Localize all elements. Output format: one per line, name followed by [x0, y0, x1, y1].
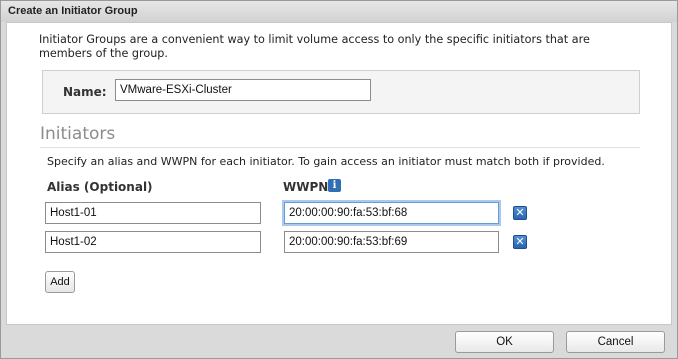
- remove-icon[interactable]: ✕: [513, 206, 527, 220]
- cancel-button[interactable]: Cancel: [566, 331, 665, 353]
- create-initiator-group-dialog: Create an Initiator Group Initiator Grou…: [0, 0, 678, 359]
- remove-icon[interactable]: ✕: [513, 235, 527, 249]
- alias-column-header: Alias (Optional): [47, 180, 153, 194]
- wwpn-column-header: WWPN: [283, 180, 329, 194]
- section-divider: [40, 147, 640, 148]
- name-label: Name:: [63, 85, 107, 99]
- alias-input[interactable]: Host1-02: [45, 231, 261, 253]
- alias-input[interactable]: Host1-01: [45, 202, 261, 224]
- dialog-content: Initiator Groups are a convenient way to…: [6, 22, 672, 325]
- info-icon[interactable]: i: [328, 179, 341, 192]
- initiators-instructions: Specify an alias and WWPN for each initi…: [47, 155, 605, 168]
- initiators-section-title: Initiators: [40, 124, 116, 144]
- name-section: Name: VMware-ESXi-Cluster: [42, 70, 640, 114]
- intro-text: Initiator Groups are a convenient way to…: [39, 33, 590, 60]
- ok-button[interactable]: OK: [455, 331, 554, 353]
- name-input[interactable]: VMware-ESXi-Cluster: [115, 79, 371, 101]
- wwpn-input[interactable]: 20:00:00:90:fa:53:bf:69: [284, 231, 499, 253]
- wwpn-input[interactable]: 20:00:00:90:fa:53:bf:68: [284, 202, 499, 224]
- dialog-title: Create an Initiator Group: [1, 1, 677, 22]
- add-initiator-button[interactable]: Add: [45, 271, 75, 293]
